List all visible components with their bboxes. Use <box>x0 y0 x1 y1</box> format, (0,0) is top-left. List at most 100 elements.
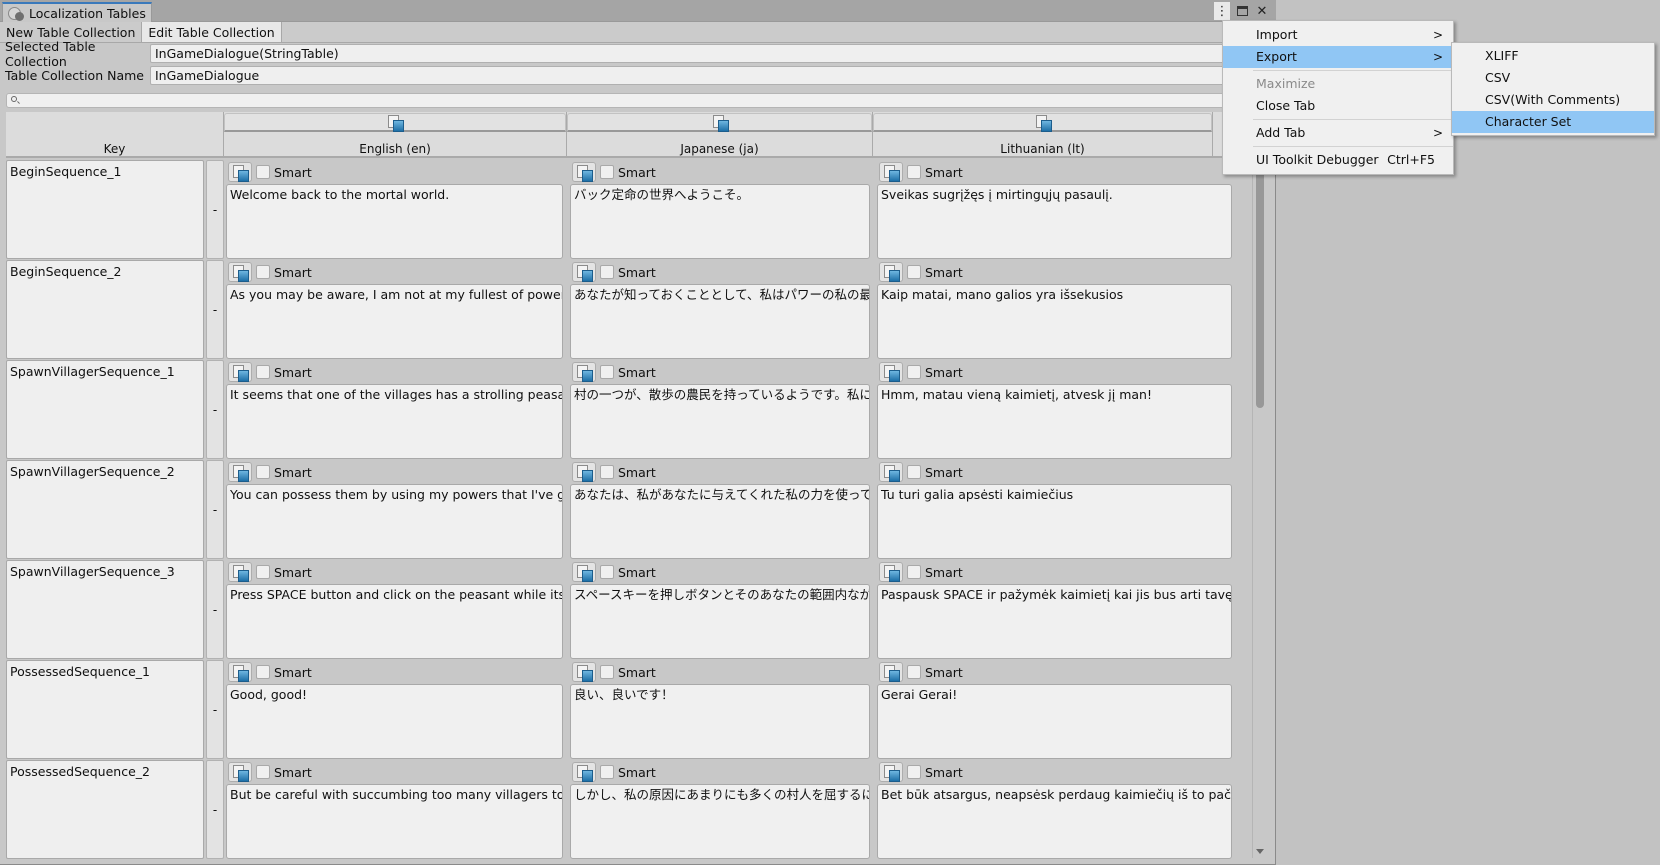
search-input[interactable] <box>6 93 1276 108</box>
smart-checkbox[interactable] <box>256 165 270 179</box>
kebab-menu-icon[interactable]: ⋮ <box>1214 2 1230 20</box>
remove-entry-button[interactable]: - <box>206 660 224 759</box>
smart-checkbox[interactable] <box>600 165 614 179</box>
collection-name-field[interactable]: InGameDialogue <box>150 66 1276 85</box>
key-field[interactable]: BeginSequence_1 <box>6 160 204 259</box>
metadata-button[interactable] <box>879 162 903 182</box>
smart-checkbox[interactable] <box>600 465 614 479</box>
scrollbar-thumb[interactable] <box>1256 160 1264 408</box>
window-tab[interactable]: Localization Tables <box>2 2 152 23</box>
metadata-button[interactable] <box>572 362 596 382</box>
smart-checkbox[interactable] <box>907 265 921 279</box>
smart-checkbox[interactable] <box>256 565 270 579</box>
smart-checkbox[interactable] <box>600 665 614 679</box>
localized-text-field[interactable]: Paspausk SPACE ir pažymėk kaimietį kai j… <box>877 584 1232 659</box>
localized-text-field[interactable]: Press SPACE button and click on the peas… <box>226 584 563 659</box>
remove-entry-button[interactable]: - <box>206 360 224 459</box>
smart-checkbox[interactable] <box>907 365 921 379</box>
metadata-button[interactable] <box>228 162 252 182</box>
localized-text-field[interactable]: Sveikas sugrįžęs į mirtingųjų pasaulį. <box>877 184 1232 259</box>
localized-text-field[interactable]: Bet būk atsargus, neapsėsk perdaug kaimi… <box>877 784 1232 859</box>
tab-edit-table-collection[interactable]: Edit Table Collection <box>141 22 282 42</box>
localized-text-field[interactable]: あなたは、私があなたに与えてくれた私の力を使って、それらを所有 <box>570 484 870 559</box>
localized-text-field[interactable]: しかし、私の原因にあまりにも多くの村人を屈するに注意してくだ <box>570 784 870 859</box>
localized-text-field[interactable]: バック定命の世界へようこそ。 <box>570 184 870 259</box>
metadata-button[interactable] <box>879 662 903 682</box>
export-item-xliff[interactable]: XLIFF <box>1452 45 1654 67</box>
localized-text-field[interactable]: Kaip matai, mano galios yra išsekusios <box>877 284 1232 359</box>
key-field[interactable]: PossessedSequence_2 <box>6 760 204 859</box>
smart-checkbox[interactable] <box>600 565 614 579</box>
metadata-button[interactable] <box>572 462 596 482</box>
smart-checkbox[interactable] <box>600 365 614 379</box>
metadata-button[interactable] <box>572 762 596 782</box>
localized-text-field[interactable]: You can possess them by using my powers … <box>226 484 563 559</box>
metadata-button[interactable] <box>228 662 252 682</box>
smart-checkbox[interactable] <box>907 465 921 479</box>
smart-checkbox[interactable] <box>907 765 921 779</box>
menu-item-export[interactable]: Export > <box>1223 46 1453 68</box>
localized-text-field[interactable]: It seems that one of the villages has a … <box>226 384 563 459</box>
key-field[interactable]: SpawnVillagerSequence_2 <box>6 460 204 559</box>
menu-item-add-tab[interactable]: Add Tab > <box>1223 122 1453 144</box>
metadata-button[interactable] <box>879 362 903 382</box>
smart-checkbox[interactable] <box>907 665 921 679</box>
key-field[interactable]: BeginSequence_2 <box>6 260 204 359</box>
key-field[interactable]: SpawnVillagerSequence_3 <box>6 560 204 659</box>
localized-text-field[interactable]: Gerai Gerai! <box>877 684 1232 759</box>
metadata-button[interactable] <box>228 462 252 482</box>
metadata-button[interactable] <box>572 562 596 582</box>
key-field[interactable]: PossessedSequence_1 <box>6 660 204 759</box>
localized-text-field[interactable]: 村の一つが、散歩の農民を持っているようです。私に彼を持って行 <box>570 384 870 459</box>
export-item-character-set[interactable]: Character Set <box>1452 111 1654 133</box>
metadata-button[interactable] <box>879 762 903 782</box>
shared-metadata-button[interactable] <box>873 113 1212 132</box>
smart-checkbox[interactable] <box>907 565 921 579</box>
localized-text-field[interactable]: スペースキーを押しボタンとそのあなたの範囲内ながら、農民をク <box>570 584 870 659</box>
selected-collection-dropdown[interactable]: InGameDialogue(StringTable) <box>150 44 1276 63</box>
remove-entry-button[interactable]: - <box>206 760 224 859</box>
smart-checkbox[interactable] <box>256 765 270 779</box>
metadata-button[interactable] <box>572 662 596 682</box>
localized-text-field[interactable]: But be careful with succumbing too many … <box>226 784 563 859</box>
metadata-button[interactable] <box>879 462 903 482</box>
export-item-csv-with-comments-[interactable]: CSV(With Comments) <box>1452 89 1654 111</box>
scroll-down-arrow-icon[interactable] <box>1256 849 1264 854</box>
maximize-icon[interactable] <box>1234 2 1250 20</box>
smart-checkbox[interactable] <box>600 265 614 279</box>
localized-text-field[interactable]: Good, good! <box>226 684 563 759</box>
menu-item-close-tab[interactable]: Close Tab <box>1223 95 1453 117</box>
remove-entry-button[interactable]: - <box>206 160 224 259</box>
metadata-button[interactable] <box>879 562 903 582</box>
menu-item-ui-toolkit-debugger[interactable]: UI Toolkit Debugger Ctrl+F5 <box>1223 149 1453 171</box>
metadata-button[interactable] <box>228 562 252 582</box>
export-item-csv[interactable]: CSV <box>1452 67 1654 89</box>
localized-text-field[interactable]: As you may be aware, I am not at my full… <box>226 284 563 359</box>
remove-entry-button[interactable]: - <box>206 460 224 559</box>
smart-checkbox[interactable] <box>256 265 270 279</box>
metadata-button[interactable] <box>228 262 252 282</box>
localized-text-field[interactable]: あなたが知っておくこととして、私はパワーの私の最大限ではない <box>570 284 870 359</box>
vertical-scrollbar[interactable] <box>1252 158 1266 858</box>
metadata-button[interactable] <box>228 762 252 782</box>
shared-metadata-button[interactable] <box>224 113 566 132</box>
localized-text-field[interactable]: Welcome back to the mortal world. <box>226 184 563 259</box>
remove-entry-button[interactable]: - <box>206 260 224 359</box>
metadata-button[interactable] <box>572 162 596 182</box>
smart-checkbox[interactable] <box>256 465 270 479</box>
metadata-button[interactable] <box>228 362 252 382</box>
smart-checkbox[interactable] <box>256 365 270 379</box>
remove-entry-button[interactable]: - <box>206 560 224 659</box>
close-icon[interactable]: ✕ <box>1254 2 1270 20</box>
localized-text-field[interactable]: 良い、良いです！ <box>570 684 870 759</box>
metadata-button[interactable] <box>879 262 903 282</box>
localized-text-field[interactable]: Hmm, matau vieną kaimietį, atvesk jį man… <box>877 384 1232 459</box>
shared-metadata-button[interactable] <box>567 113 872 132</box>
smart-checkbox[interactable] <box>600 765 614 779</box>
smart-checkbox[interactable] <box>256 665 270 679</box>
smart-checkbox[interactable] <box>907 165 921 179</box>
menu-item-import[interactable]: Import > <box>1223 24 1453 46</box>
key-field[interactable]: SpawnVillagerSequence_1 <box>6 360 204 459</box>
localized-text-field[interactable]: Tu turi galia apsėsti kaimiečius <box>877 484 1232 559</box>
metadata-button[interactable] <box>572 262 596 282</box>
